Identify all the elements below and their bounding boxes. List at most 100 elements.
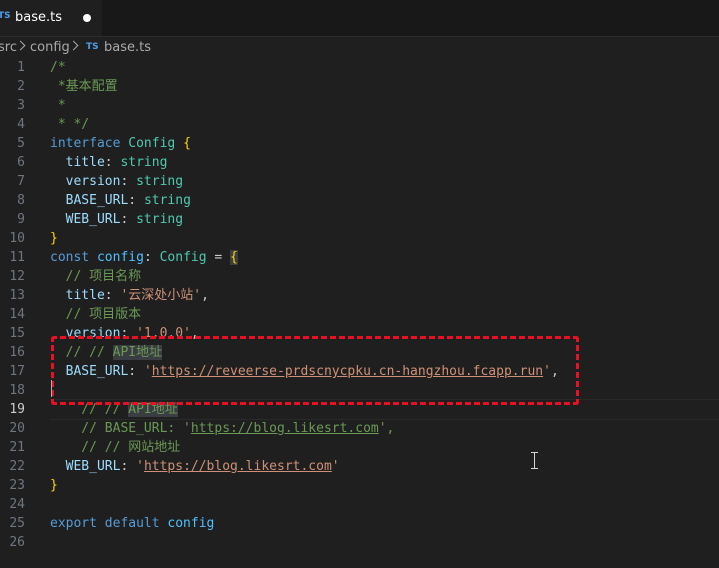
code-text[interactable]: } [50,476,58,495]
breadcrumb-item-config[interactable]: config [30,40,70,55]
code-line[interactable]: 24 [0,495,719,514]
line-number: 2 [17,79,25,94]
code-line[interactable]: 2 *基本配置 [0,77,719,96]
code-token: // 项目版本 [50,307,142,322]
code-text[interactable]: WEB_URL: string [50,210,183,229]
code-line[interactable]: 23} [0,476,719,495]
code-text[interactable]: // BASE_URL: 'https://blog.likesrt.com', [50,419,394,438]
code-line[interactable]: 25 export default config [0,514,719,533]
code-token: config [167,516,215,531]
code-text[interactable]: // 项目名称 [50,267,142,286]
code-text[interactable]: * [50,96,66,115]
line-number: 3 [17,98,25,113]
code-editor[interactable]: 1/* 2 *基本配置 3 * 4 * */5 interface Config {6 … [0,59,719,568]
code-line[interactable]: 21 // // 网站地址 [0,438,719,457]
code-token: export default [50,516,168,531]
code-token: title [50,288,105,303]
code-line[interactable]: 3 * [0,96,719,115]
code-line[interactable]: 4 * */ [0,115,719,134]
line-number: 18 [9,383,25,398]
line-number: 1 [17,60,25,75]
code-line[interactable]: 5 interface Config { [0,134,719,153]
code-token: * */ [50,117,90,132]
red-dashed-annotation-box [51,336,579,405]
code-line[interactable]: 12 // 项目名称 [0,267,719,286]
code-token: interface [50,136,129,151]
code-token: BASE_URL [50,193,129,208]
code-token: : [104,288,121,303]
code-text[interactable]: /* [50,58,66,77]
code-text[interactable]: // 项目版本 [50,305,142,324]
code-text[interactable]: export default config [50,514,214,533]
chevron-right-icon [15,40,26,51]
breadcrumb-item-src[interactable]: src [0,40,17,55]
code-line[interactable]: 26 [0,533,719,552]
code-line[interactable]: 9 WEB_URL: string [0,210,719,229]
text-cursor [51,380,52,397]
code-token: // 项目名称 [50,269,142,284]
line-number: 5 [17,136,25,151]
code-text[interactable]: title: string [50,153,168,172]
code-line[interactable]: 13 title: '云深处小站', [0,286,719,305]
line-number: 6 [17,155,25,170]
code-token: * [50,98,66,113]
code-token: WEB_URL [50,459,121,474]
line-number: 20 [9,421,25,436]
line-number: 8 [17,193,25,208]
code-text[interactable]: interface Config { [50,134,191,153]
code-token: string [143,193,191,208]
typescript-file-icon: TS [0,11,11,21]
code-text[interactable]: // // 网站地址 [50,438,180,457]
code-line[interactable]: 20 // BASE_URL: 'https://blog.likesrt.co… [0,419,719,438]
code-text[interactable]: version: string [50,172,183,191]
code-token: https://blog.likesrt.com [190,421,379,436]
typescript-file-icon: TS [86,42,99,52]
unsaved-dot-icon[interactable] [83,14,91,22]
code-text[interactable]: BASE_URL: string [50,191,191,210]
code-token: string [136,212,184,227]
line-number: 13 [9,288,25,303]
code-text[interactable]: const config: Config = { [50,248,238,267]
code-line[interactable]: 14 // 项目版本 [0,305,719,324]
code-token: { [183,136,191,151]
code-token: { [230,250,238,265]
line-number: 22 [9,459,25,474]
code-token: string [120,155,168,170]
code-text[interactable]: title: '云深处小站', [50,286,209,305]
code-text[interactable]: } [50,229,58,248]
line-number: 24 [9,497,25,512]
code-token: string [136,174,184,189]
code-line[interactable]: 10} [0,229,719,248]
line-number: 25 [9,516,25,531]
code-token: Config [128,136,184,151]
line-number: 16 [9,345,25,360]
code-token: WEB_URL [50,212,121,227]
code-token: : [120,174,137,189]
code-line[interactable]: 11 const config: Config = { [0,248,719,267]
code-token: ', [378,421,395,436]
breadcrumb: src config TS base.ts [0,37,719,59]
breadcrumb-item-file[interactable]: base.ts [104,40,151,55]
mouse-ibeam-cursor-icon [531,452,538,469]
code-token: https://blog.likesrt.com [143,459,332,474]
code-text[interactable]: WEB_URL: 'https://blog.likesrt.com' [50,457,340,476]
code-token: Config [159,250,207,265]
code-line[interactable]: 1 /* [0,58,719,77]
line-number: 14 [9,307,25,322]
code-line[interactable]: 22 WEB_URL: 'https://blog.likesrt.com' [0,457,719,476]
code-token: title [50,155,105,170]
code-token: , [201,288,209,303]
code-token: *基本配置 [50,79,118,94]
code-token: version [50,174,121,189]
line-number: 11 [9,250,25,265]
tab-base-ts[interactable]: TS base.ts [0,0,102,36]
code-line[interactable]: 6 title: string [0,153,719,172]
line-number: 23 [9,478,25,493]
code-token: const [50,250,97,265]
code-line[interactable]: 8 BASE_URL: string [0,191,719,210]
code-text[interactable]: *基本配置 [50,77,118,96]
code-text[interactable]: * */ [50,115,89,134]
code-token: /* [50,60,66,75]
code-token: : [120,459,137,474]
code-line[interactable]: 7 version: string [0,172,719,191]
